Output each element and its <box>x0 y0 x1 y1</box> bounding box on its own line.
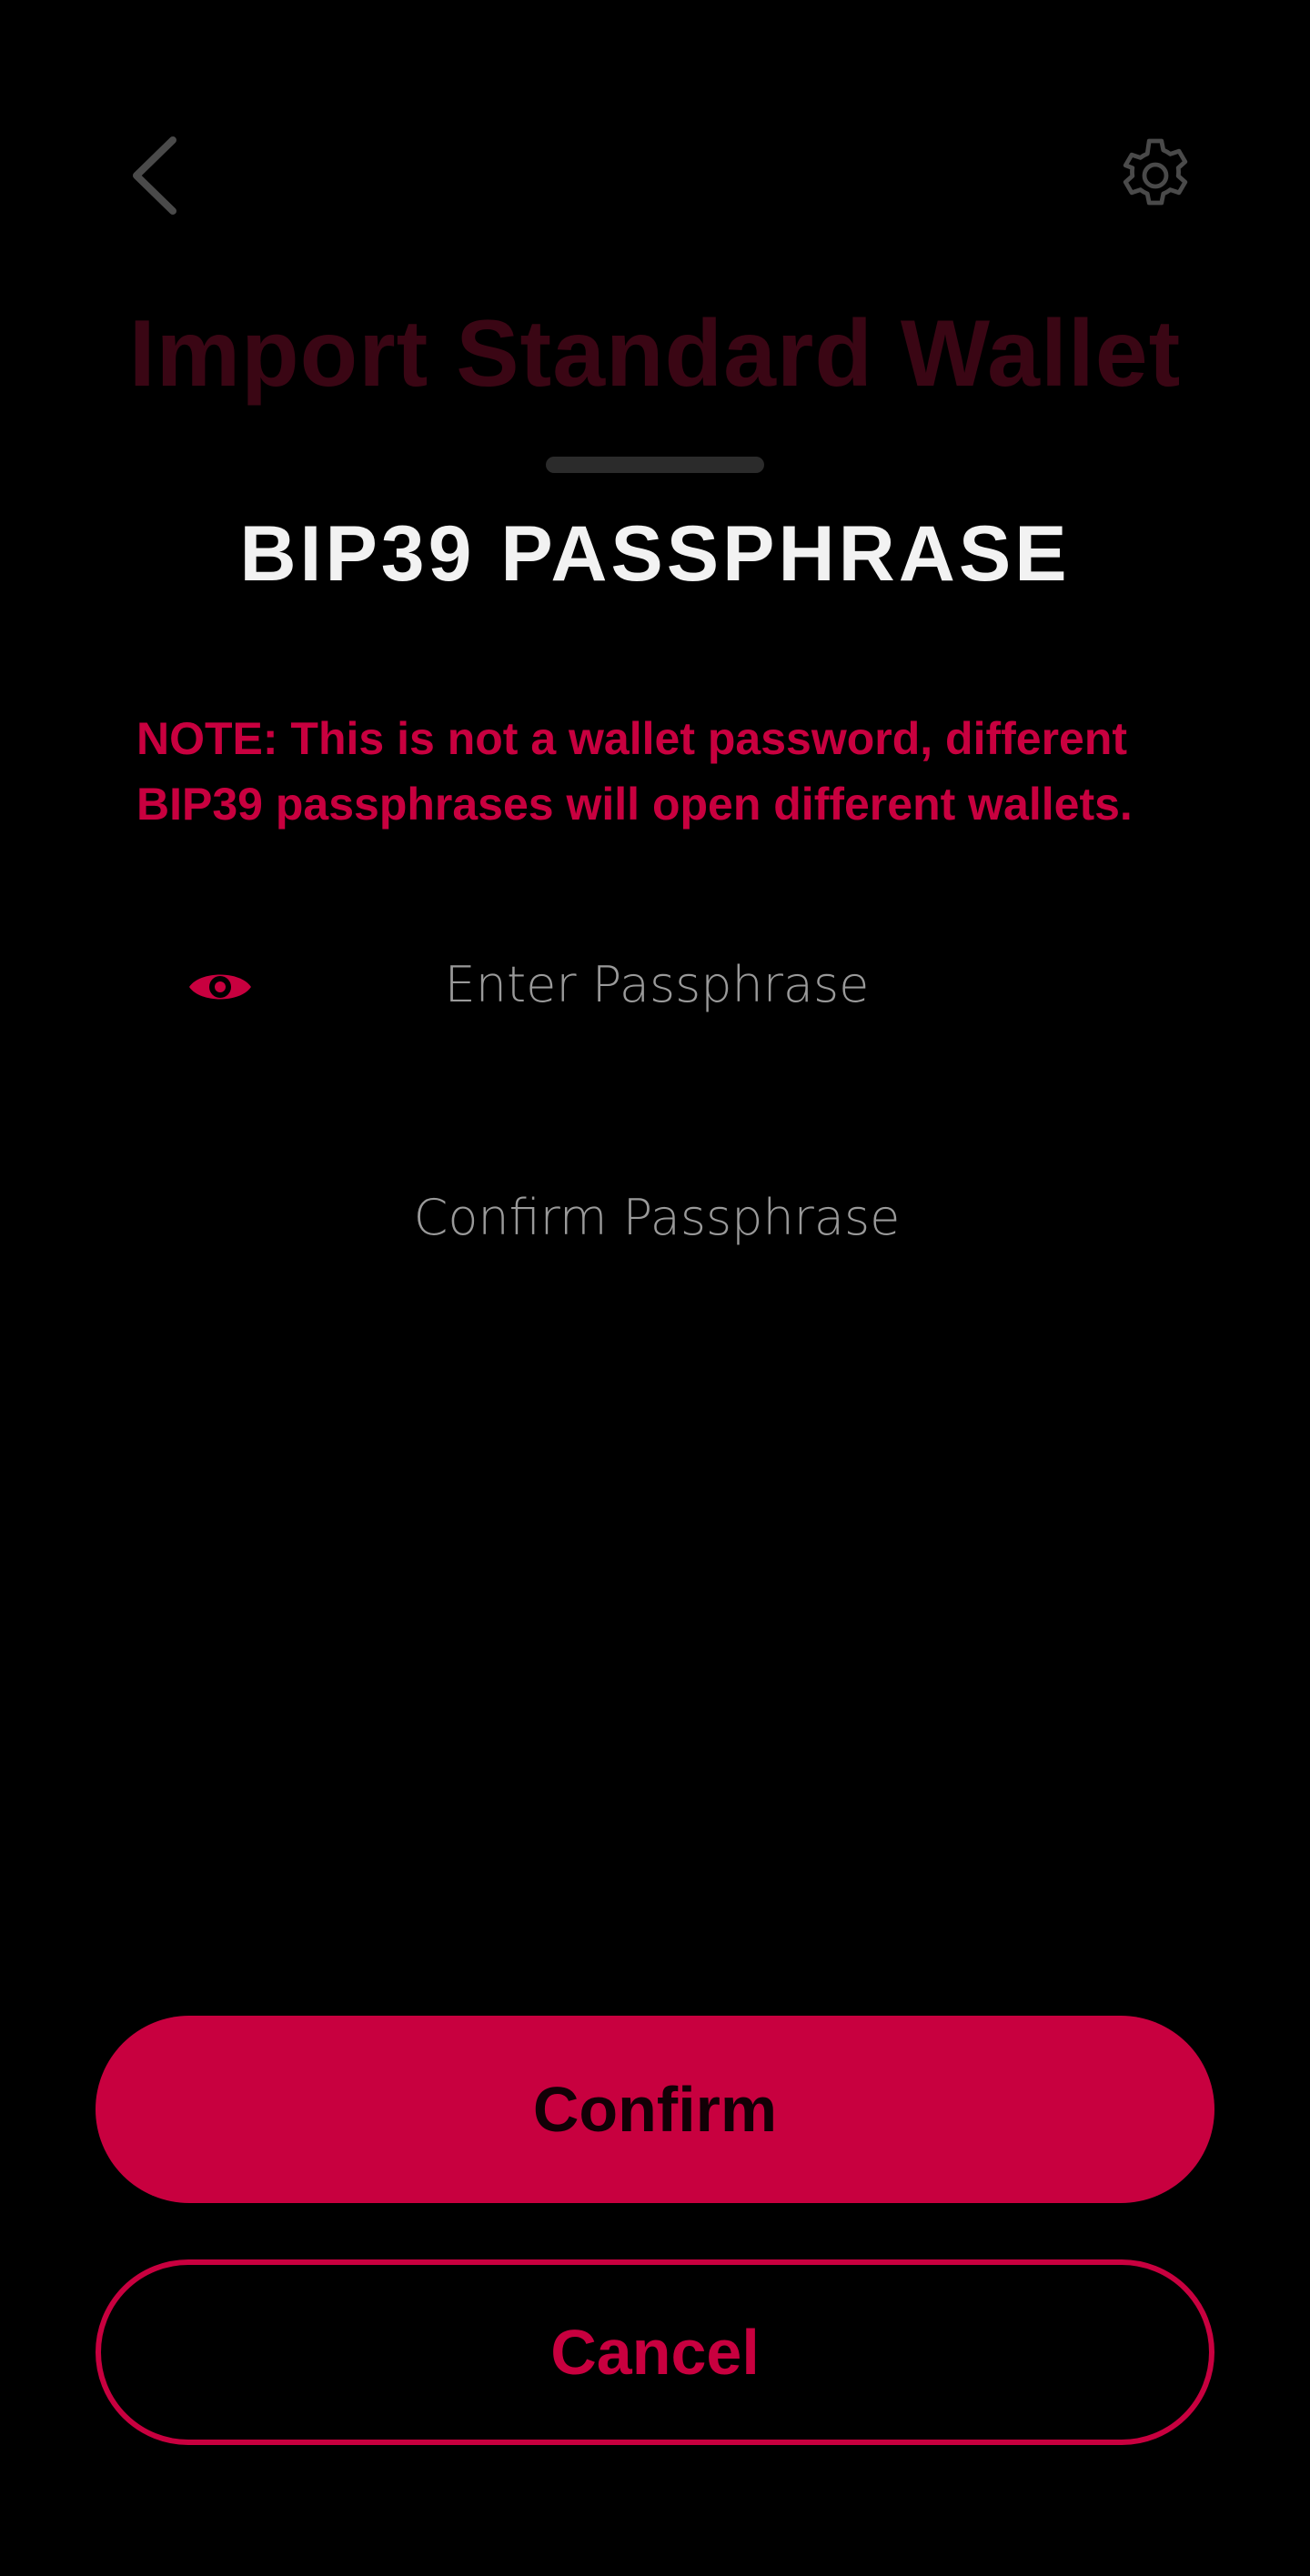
chevron-left-icon <box>127 135 182 221</box>
confirm-button[interactable]: Confirm <box>96 2016 1214 2203</box>
back-button[interactable] <box>118 127 191 227</box>
confirm-button-label: Confirm <box>532 2074 778 2145</box>
eye-icon <box>187 965 253 1013</box>
toggle-visibility-button[interactable] <box>182 955 258 1022</box>
settings-button[interactable] <box>1110 132 1201 223</box>
gear-icon <box>1112 132 1199 224</box>
confirm-passphrase-input[interactable] <box>273 1166 1041 1268</box>
cancel-button[interactable]: Cancel <box>96 2259 1214 2445</box>
sheet-title: BIP39 PASSPHRASE <box>239 510 1071 598</box>
passphrase-warning-note: NOTE: This is not a wallet password, dif… <box>136 713 1133 830</box>
cancel-button-label: Cancel <box>550 2317 760 2388</box>
background-page-title: Import Standard Wallet <box>128 301 1182 407</box>
passphrase-input[interactable] <box>273 933 1041 1035</box>
sheet-drag-handle[interactable] <box>546 457 764 473</box>
